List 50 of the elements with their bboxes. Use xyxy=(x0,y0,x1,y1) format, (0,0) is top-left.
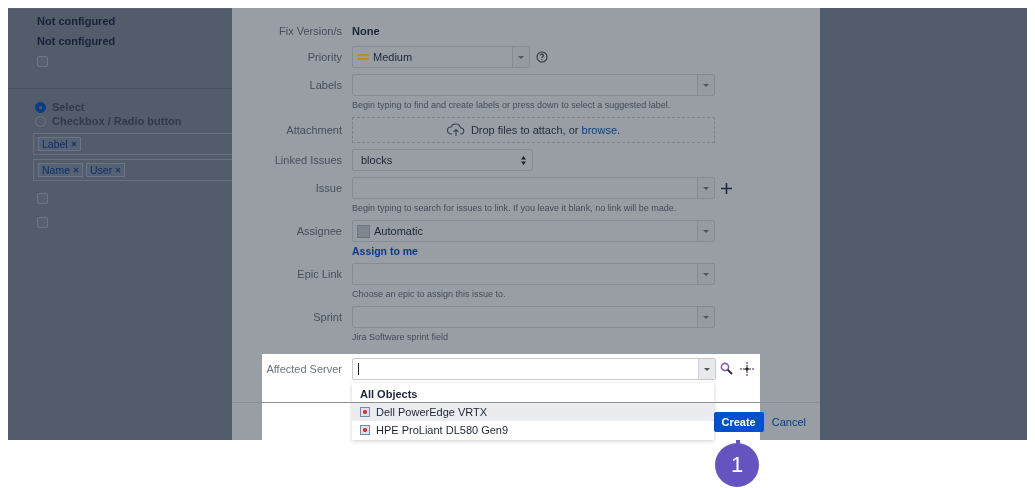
remove-icon[interactable] xyxy=(73,167,79,173)
field-hint: Jira Software sprint field xyxy=(352,332,449,342)
field-hint: Choose an epic to assign this issue to. xyxy=(352,289,506,299)
field-label: Issue xyxy=(314,182,343,194)
field-label: Linked Issues xyxy=(273,154,343,166)
dropdown-option[interactable]: HPE ProLiant DL580 Gen9 xyxy=(352,421,714,439)
field-label: Epic Link xyxy=(296,268,343,280)
field-label: Sprint xyxy=(312,311,343,323)
dropdown-heading: All Objects xyxy=(359,387,419,402)
field-label: Priority xyxy=(306,51,343,63)
priority-select[interactable]: Medium xyxy=(352,46,530,68)
picker-field[interactable] xyxy=(352,177,715,199)
search-icon[interactable] xyxy=(720,362,734,376)
file-drop-zone[interactable]: Drop files to attach, or browse. xyxy=(352,117,715,143)
tag-label: Name xyxy=(42,164,70,176)
assignee-select[interactable]: Automatic xyxy=(352,220,715,242)
priority-medium-icon xyxy=(358,54,369,60)
cloud-upload-icon xyxy=(446,123,465,137)
avatar-icon xyxy=(357,224,370,238)
assign-to-me-link[interactable]: Assign to me xyxy=(352,245,418,257)
remove-icon[interactable] xyxy=(115,167,122,173)
dropdown-option[interactable]: Dell PowerEdge VRTX xyxy=(352,403,714,421)
checkbox[interactable] xyxy=(37,56,48,67)
plus-icon[interactable] xyxy=(721,182,732,194)
picker-field[interactable] xyxy=(352,263,715,285)
field-value: Not configured xyxy=(37,15,116,27)
field-label: Fix Version/s xyxy=(278,25,343,37)
checkbox[interactable] xyxy=(37,193,48,204)
checkbox[interactable] xyxy=(37,217,48,228)
drop-text: Drop files to attach, or browse. xyxy=(470,124,621,136)
tag-label: Label xyxy=(42,138,68,150)
field-value: None xyxy=(352,25,380,37)
object-search-field[interactable] xyxy=(352,358,716,380)
cancel-link[interactable]: Cancel xyxy=(771,415,806,428)
help-icon[interactable] xyxy=(536,51,548,63)
link-type-select[interactable]: blocks xyxy=(352,149,533,171)
remove-icon[interactable] xyxy=(70,141,77,147)
picker-field[interactable] xyxy=(352,74,715,96)
crosshair-icon[interactable] xyxy=(740,362,754,376)
picker-field[interactable] xyxy=(352,306,715,328)
field-hint: Begin typing to find and create labels or press down to select a suggested label. xyxy=(352,100,671,110)
tag-label: User xyxy=(90,164,113,176)
field-label: Affected Server xyxy=(265,363,343,375)
radio-button[interactable] xyxy=(35,101,46,113)
field-label: Assignee xyxy=(295,225,343,237)
field-hint: Begin typing to search for issues to link. If you leave it blank, no link will be made. xyxy=(352,203,677,213)
field-label: Attachment xyxy=(285,124,343,136)
field-value: Not configured xyxy=(37,35,116,47)
field-label: Labels xyxy=(308,79,343,91)
updown-arrows-icon xyxy=(521,155,526,165)
